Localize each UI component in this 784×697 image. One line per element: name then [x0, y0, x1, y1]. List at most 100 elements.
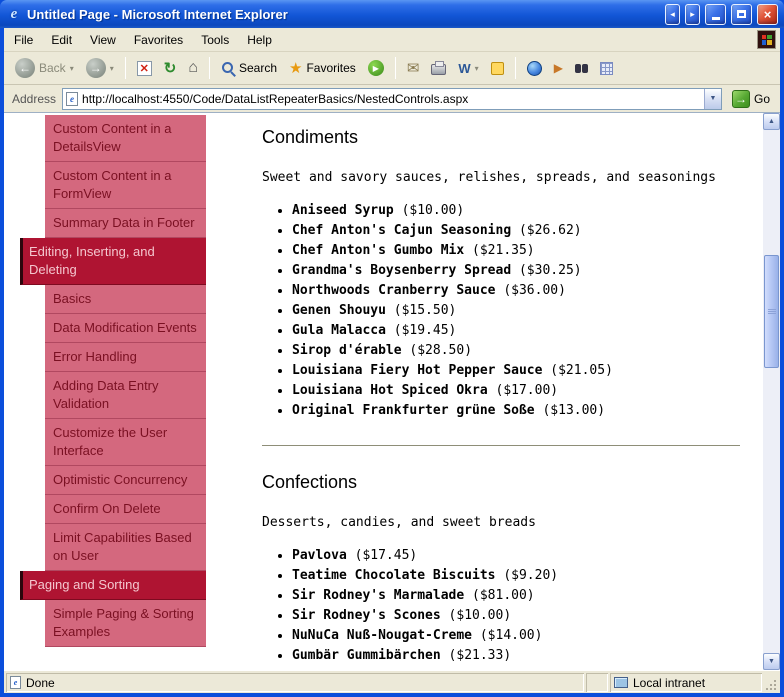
minimize-icon — [711, 17, 720, 20]
forward-icon: → — [85, 58, 106, 78]
navigation-sidebar: Custom Content in a DetailsView Custom C… — [20, 115, 206, 647]
product-item: Grandma's Boysenberry Spread ($30.25) — [292, 261, 740, 281]
sidebar-item-data-modification-events[interactable]: Data Modification Events — [45, 314, 206, 343]
browser-window: e Untitled Page - Microsoft Internet Exp… — [0, 0, 784, 697]
globe-icon — [526, 60, 542, 76]
globe-button[interactable] — [524, 59, 545, 78]
status-bar: e Done Local intranet — [4, 670, 780, 693]
back-icon: ← — [15, 58, 35, 78]
search-button[interactable]: Search — [218, 59, 280, 77]
product-list: Pavlova ($17.45) Teatime Chocolate Biscu… — [262, 546, 740, 666]
sidebar-header-editing-inserting-deleting[interactable]: Editing, Inserting, and Deleting — [20, 238, 206, 285]
close-button[interactable]: × — [757, 3, 778, 25]
scroll-down-button[interactable]: ▼ — [763, 653, 780, 670]
favorites-button[interactable]: ★ Favorites — [286, 59, 359, 78]
refresh-icon: ↻ — [163, 59, 177, 77]
sidebar-item-summary-data-footer[interactable]: Summary Data in Footer — [45, 209, 206, 238]
refresh-button[interactable]: ↻ — [161, 59, 180, 78]
word-edit-icon: W — [458, 60, 471, 76]
send-button[interactable]: ▶ — [551, 60, 566, 76]
product-item: Teatime Chocolate Biscuits ($9.20) — [292, 566, 740, 586]
ie-logo-icon: e — [10, 5, 18, 22]
maximize-button[interactable] — [731, 3, 752, 25]
window-title: Untitled Page - Microsoft Internet Explo… — [27, 6, 288, 22]
menu-help[interactable]: Help — [239, 30, 280, 50]
sidebar-item-limit-capabilities[interactable]: Limit Capabilities Based on User — [45, 524, 206, 571]
menu-tools[interactable]: Tools — [193, 30, 237, 50]
scrollbar-thumb[interactable] — [764, 255, 779, 368]
minimize-button[interactable] — [705, 3, 726, 25]
window-nav-back-button[interactable]: ◂ — [665, 3, 680, 25]
forward-dropdown-icon: ▾ — [109, 63, 114, 73]
product-item: Pavlova ($17.45) — [292, 546, 740, 566]
sidebar-item-basics[interactable]: Basics — [45, 285, 206, 314]
edit-button[interactable]: W ▾ — [455, 59, 481, 78]
forward-button[interactable]: → ▾ — [83, 56, 117, 80]
address-input[interactable] — [82, 91, 700, 106]
back-button[interactable]: ← Back ▾ — [12, 56, 77, 80]
sidebar-item-confirm-on-delete[interactable]: Confirm On Delete — [45, 495, 206, 524]
status-empty-pane — [586, 673, 608, 692]
resize-grip[interactable] — [764, 673, 778, 692]
menu-file[interactable]: File — [6, 30, 41, 50]
media-icon: ▶ — [367, 60, 384, 76]
research-button[interactable] — [572, 62, 591, 75]
sidebar-header-paging-and-sorting[interactable]: Paging and Sorting — [20, 571, 206, 600]
stop-button[interactable]: ✕ — [134, 59, 155, 78]
vertical-scrollbar[interactable]: ▲ ▼ — [763, 113, 780, 670]
product-item: NuNuCa Nuß-Nougat-Creme ($14.00) — [292, 626, 740, 646]
menu-edit[interactable]: Edit — [43, 30, 80, 50]
category-section-confections: Confections Desserts, candies, and sweet… — [262, 472, 740, 666]
maximize-icon — [737, 10, 746, 18]
go-arrow-icon: → — [731, 89, 750, 108]
product-item: Sirop d'érable ($28.50) — [292, 341, 740, 361]
category-description: Sweet and savory sauces, relishes, sprea… — [262, 170, 716, 185]
window-nav-forward-button[interactable]: ▸ — [685, 3, 700, 25]
sidebar-item-error-handling[interactable]: Error Handling — [45, 343, 206, 372]
title-bar: e Untitled Page - Microsoft Internet Exp… — [0, 0, 784, 28]
product-item: Aniseed Syrup ($10.00) — [292, 201, 740, 221]
product-item: Sir Rodney's Marmalade ($81.00) — [292, 586, 740, 606]
menu-favorites[interactable]: Favorites — [126, 30, 191, 50]
media-button[interactable]: ▶ — [365, 58, 387, 78]
go-button[interactable]: → Go — [728, 89, 774, 109]
address-bar: Address e ▼ → Go — [4, 85, 780, 113]
address-input-box[interactable]: e ▼ — [62, 87, 722, 110]
messenger-button[interactable] — [488, 60, 507, 77]
address-label: Address — [12, 91, 57, 106]
sidebar-item-adding-data-entry-validation[interactable]: Adding Data Entry Validation — [45, 372, 206, 419]
mail-button[interactable]: ✉ — [404, 59, 423, 78]
stop-icon: ✕ — [136, 60, 152, 76]
mail-icon: ✉ — [406, 59, 420, 77]
windows-flag-icon — [761, 34, 772, 45]
category-title: Confections — [262, 472, 358, 492]
sidebar-item-simple-paging-sorting[interactable]: Simple Paging & Sorting Examples — [45, 600, 206, 647]
sidebar-item-customize-user-interface[interactable]: Customize the User Interface — [45, 419, 206, 466]
status-message-pane: e Done — [6, 673, 584, 692]
home-icon: ⌂ — [188, 59, 198, 76]
category-title: Condiments — [262, 127, 359, 147]
address-dropdown-button[interactable]: ▼ — [703, 88, 721, 109]
security-zone-pane: Local intranet — [610, 673, 762, 692]
favorites-star-icon: ★ — [289, 59, 303, 77]
scroll-up-button[interactable]: ▲ — [763, 113, 780, 130]
scrollbar-track[interactable] — [763, 130, 780, 653]
grid-button[interactable] — [597, 60, 616, 77]
favorites-label: Favorites — [306, 61, 356, 75]
windows-logo-icon — [757, 30, 776, 49]
grid-icon — [599, 61, 613, 75]
status-page-icon: e — [10, 676, 21, 689]
page-icon: e — [66, 91, 79, 106]
home-button[interactable]: ⌂ — [185, 58, 201, 78]
sidebar-item-custom-content-formview[interactable]: Custom Content in a FormView — [45, 162, 206, 209]
sidebar-item-optimistic-concurrency[interactable]: Optimistic Concurrency — [45, 466, 206, 495]
send-arrow-icon: ▶ — [553, 61, 563, 75]
product-item: Northwoods Cranberry Sauce ($36.00) — [292, 281, 740, 301]
print-icon — [431, 61, 447, 75]
product-item: Original Frankfurter grüne Soße ($13.00) — [292, 401, 740, 421]
back-dropdown-icon: ▾ — [69, 63, 74, 73]
menu-view[interactable]: View — [82, 30, 124, 50]
product-item: Chef Anton's Cajun Seasoning ($26.62) — [292, 221, 740, 241]
sidebar-item-custom-content-detailsview[interactable]: Custom Content in a DetailsView — [45, 115, 206, 162]
print-button[interactable] — [428, 59, 449, 77]
